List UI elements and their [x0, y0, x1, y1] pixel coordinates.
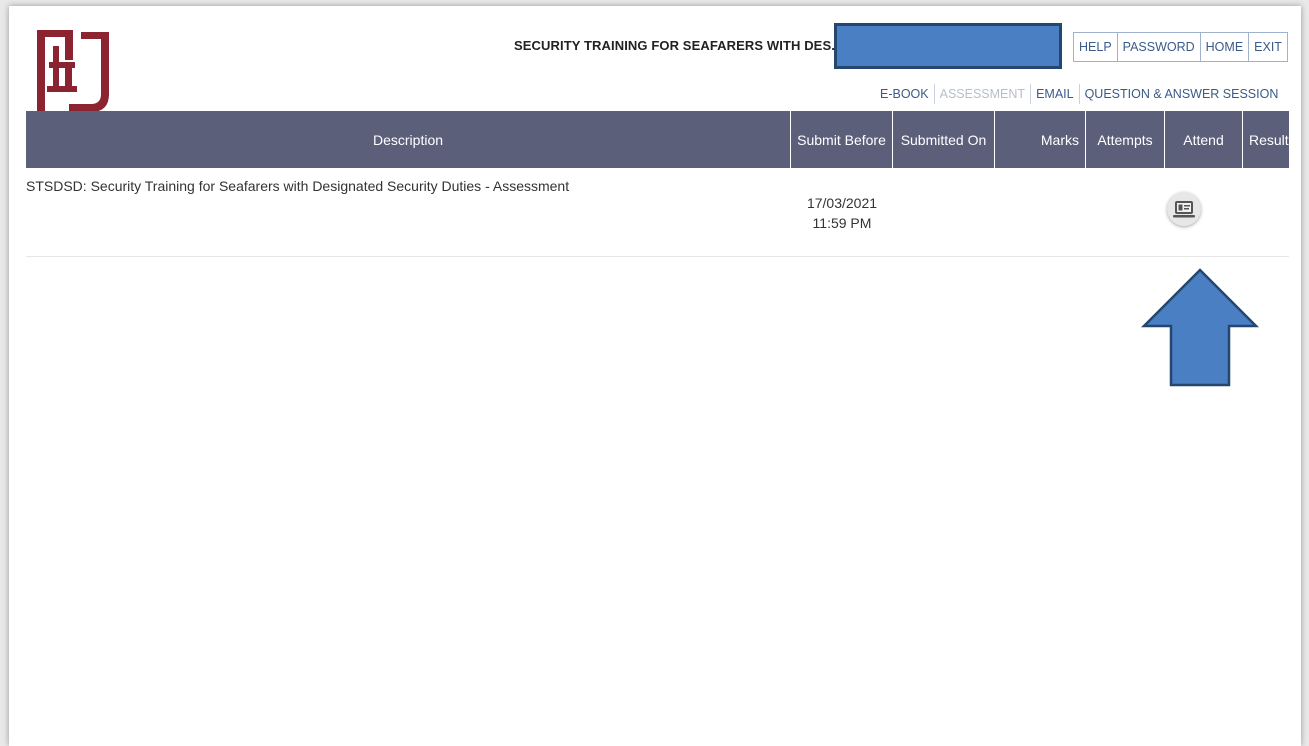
logo [37, 30, 109, 112]
app-window: SECURITY TRAINING FOR SEAFARERS WITH DES… [9, 6, 1301, 746]
course-title: SECURITY TRAINING FOR SEAFARERS WITH DES… [514, 38, 843, 53]
submit-before-date: 17/03/2021 [806, 195, 878, 211]
attend-button[interactable] [1167, 192, 1201, 226]
help-link[interactable]: HELP [1073, 32, 1118, 62]
qa-session-link[interactable]: QUESTION & ANSWER SESSION [1080, 84, 1284, 104]
submit-before-time: 11:59 PM [812, 215, 872, 231]
sub-nav: E-BOOK ASSESSMENT EMAIL QUESTION & ANSWE… [875, 84, 1283, 104]
col-submitted-on: Submitted On [893, 111, 995, 168]
pointer-arrow [1141, 268, 1259, 387]
col-result: Result [1249, 131, 1289, 148]
col-attempts: Attempts [1086, 111, 1165, 168]
email-link[interactable]: EMAIL [1031, 84, 1080, 104]
table-row: STSDSD: Security Training for Seafarers … [26, 168, 1289, 257]
row-description: STSDSD: Security Training for Seafarers … [26, 178, 570, 194]
home-link[interactable]: HOME [1199, 32, 1250, 62]
col-submit-before: Submit Before [791, 111, 893, 168]
password-link[interactable]: PASSWORD [1116, 32, 1201, 62]
row-submit-before: 17/03/2021 11:59 PM [791, 193, 893, 233]
computer-icon [1173, 201, 1195, 218]
col-description: Description [26, 111, 791, 168]
top-nav: HELP PASSWORD HOME EXIT [1073, 32, 1288, 62]
exit-link[interactable]: EXIT [1248, 32, 1288, 62]
col-attend: Attend [1165, 111, 1243, 168]
assessment-link: ASSESSMENT [935, 84, 1032, 104]
col-marks: Marks [995, 111, 1086, 168]
ebook-link[interactable]: E-BOOK [875, 84, 935, 104]
redaction-box [834, 23, 1062, 69]
table-header: Description Submit Before Submitted On M… [26, 111, 1289, 168]
